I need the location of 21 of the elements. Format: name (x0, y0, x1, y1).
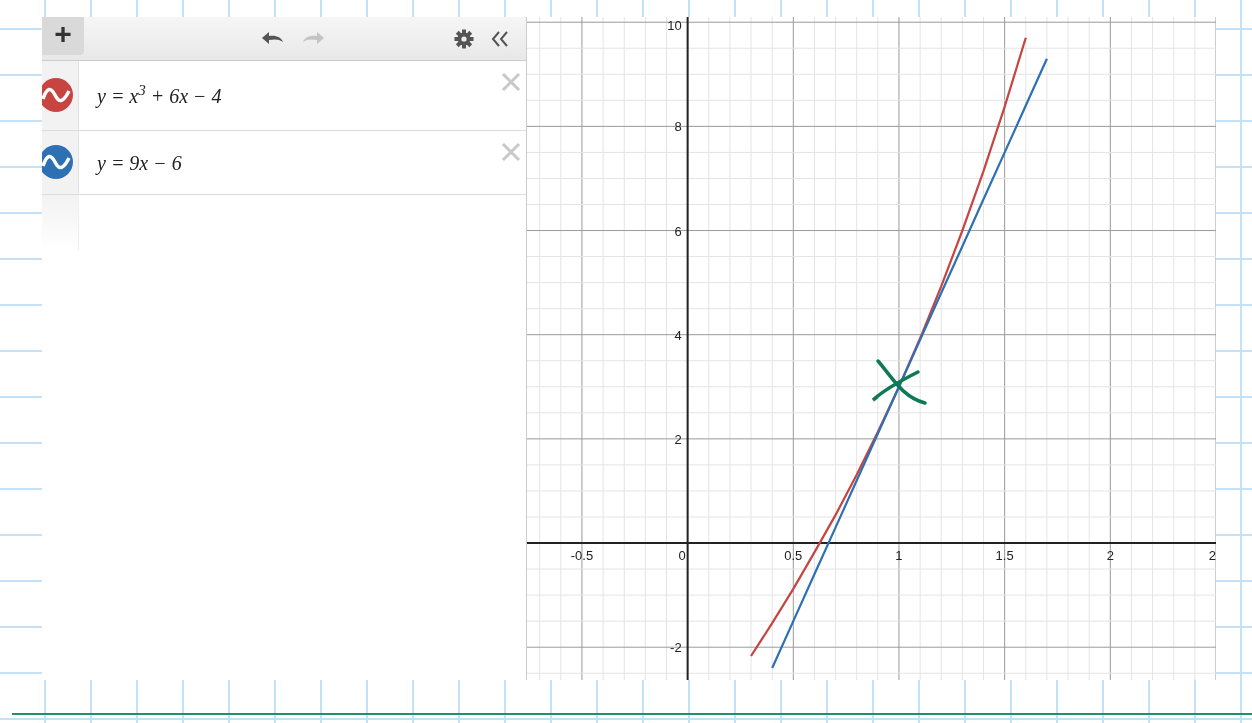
expression-input[interactable]: y = 9x − 6 (97, 147, 182, 178)
axis-label: 10 (667, 18, 682, 33)
settings-icon[interactable] (454, 28, 474, 49)
axis-label: 8 (674, 119, 682, 135)
axis-label: 1.5 (995, 548, 1014, 564)
axis-label: 2 (1106, 548, 1114, 564)
axis-label: 1 (895, 548, 903, 564)
axis-label: 4 (674, 327, 682, 343)
axis-label: 2 (674, 431, 682, 447)
collapse-icon[interactable] (490, 29, 510, 48)
expression-input[interactable]: y = x$^{3}$ + 6x − 4 (97, 80, 222, 111)
graph-toggle-icon[interactable] (42, 78, 73, 112)
axis-label: -2 (670, 640, 682, 656)
handwritten-x-drawing (871, 359, 927, 405)
add-button[interactable]: + (42, 17, 84, 55)
axis-label: -0.5 (570, 548, 594, 564)
axis-label: 2 (1208, 548, 1216, 564)
graph-toggle-icon[interactable] (42, 145, 73, 179)
axis-label: 0 (678, 548, 686, 564)
axis-label: 0.5 (784, 548, 803, 564)
axis-label: 6 (674, 223, 682, 239)
